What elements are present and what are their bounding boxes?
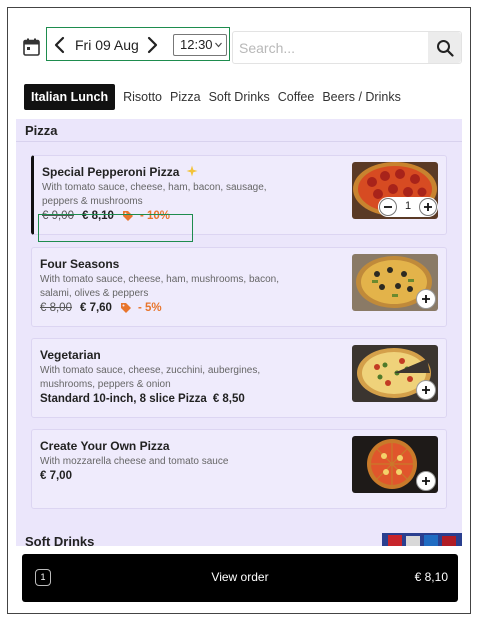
discount-tag-icon [122, 211, 133, 221]
plus-icon [422, 295, 430, 303]
add-to-cart-button[interactable] [416, 289, 436, 309]
old-price: € 9,00 [42, 210, 74, 222]
menu-content: Pizza Special Pepperoni Pizza With tomat… [16, 119, 462, 546]
search-button[interactable] [428, 32, 461, 63]
tab-beers-drinks[interactable]: Beers / Drinks [318, 84, 405, 110]
selected-date: Fri 09 Aug [75, 37, 139, 53]
category-tabs: Italian Lunch Risotto Pizza Soft Drinks … [24, 84, 405, 110]
menu-item-four-seasons[interactable]: Four Seasons With tomato sauce, cheese, … [31, 247, 447, 327]
view-order-label: View order [211, 570, 269, 584]
old-price: € 8,00 [40, 302, 72, 314]
item-size-info: Standard 10-inch, 8 slice Pizza [40, 393, 207, 405]
item-price-row: € 8,00 € 7,60 - 5% [40, 302, 162, 314]
plus-icon [424, 203, 432, 211]
search-icon [437, 40, 454, 57]
item-name: Four Seasons [40, 257, 120, 271]
item-name: Vegetarian [40, 348, 101, 362]
item-name: Create Your Own Pizza [40, 439, 170, 453]
tab-coffee[interactable]: Coffee [274, 84, 319, 110]
item-description: With mozzarella cheese and tomato sauce [40, 456, 229, 467]
sparkle-icon [186, 165, 198, 177]
item-price: € 7,60 [79, 302, 112, 314]
decrease-quantity-button[interactable] [379, 198, 397, 216]
view-order-button[interactable]: 1 View order € 8,10 [22, 554, 458, 602]
discount-label: - 5% [137, 302, 162, 314]
app-frame: Fri 09 Aug 12:30 Italian Lunch Risotto P… [7, 7, 471, 614]
minus-icon [384, 206, 392, 208]
item-price: € 8,50 [212, 393, 245, 405]
item-description: With tomato sauce, cheese, ham, mushroom… [40, 274, 279, 299]
tab-soft-drinks[interactable]: Soft Drinks [205, 84, 274, 110]
item-price-row: € 7,00 [40, 470, 80, 482]
time-value: 12:30 [180, 37, 213, 52]
search-input[interactable] [233, 32, 429, 63]
search-bar [232, 31, 462, 64]
menu-item-vegetarian[interactable]: Vegetarian With tomato sauce, cheese, zu… [31, 338, 447, 418]
quantity-stepper: 1 [378, 197, 438, 217]
quantity-value: 1 [404, 200, 412, 212]
item-name: Special Pepperoni Pizza [42, 165, 198, 179]
item-price: € 7,00 [40, 470, 72, 482]
date-time-picker: Fri 09 Aug 12:30 [46, 27, 230, 61]
item-name-text: Special Pepperoni Pizza [42, 165, 180, 179]
item-price: € 8,10 [81, 210, 114, 222]
add-to-cart-button[interactable] [416, 471, 436, 491]
section-title-soft-drinks: Soft Drinks [25, 534, 95, 546]
calendar-icon[interactable] [23, 38, 40, 56]
item-description: With tomato sauce, cheese, ham, bacon, s… [42, 182, 267, 207]
item-description: With tomato sauce, cheese, zucchini, aub… [40, 365, 261, 390]
plus-icon [422, 477, 430, 485]
tab-italian-lunch[interactable]: Italian Lunch [24, 84, 116, 110]
chevron-right-icon[interactable] [143, 35, 161, 55]
plus-icon [422, 386, 430, 394]
menu-item-create-your-own[interactable]: Create Your Own Pizza With mozzarella ch… [31, 429, 447, 509]
tab-pizza[interactable]: Pizza [166, 84, 205, 110]
menu-item-special-pepperoni[interactable]: Special Pepperoni Pizza With tomato sauc… [31, 155, 447, 235]
increase-quantity-button[interactable] [419, 198, 437, 216]
order-total: € 8,10 [414, 570, 448, 584]
discount-label: - 10% [139, 210, 171, 222]
item-price-row: Standard 10-inch, 8 slice Pizza € 8,50 [40, 393, 253, 405]
section-title-pizza: Pizza [25, 123, 58, 138]
section-divider [16, 141, 462, 142]
add-to-cart-button[interactable] [416, 380, 436, 400]
discount-tag-icon [120, 303, 131, 313]
chevron-down-icon [215, 42, 222, 48]
tab-risotto[interactable]: Risotto [119, 84, 166, 110]
chevron-left-icon[interactable] [51, 35, 69, 55]
soft-drinks-image [382, 533, 462, 546]
time-select[interactable]: 12:30 [173, 34, 227, 56]
item-price-row: € 9,00 € 8,10 - 10% [42, 210, 170, 222]
